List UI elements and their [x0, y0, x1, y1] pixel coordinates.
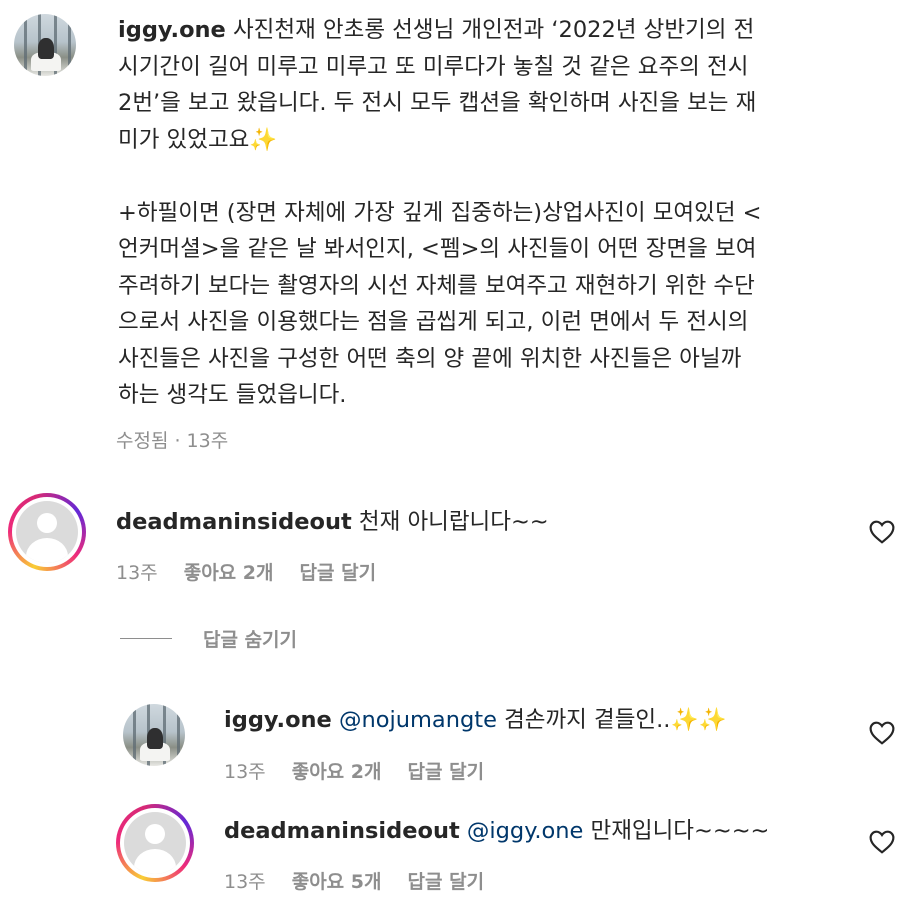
- reply-username[interactable]: deadmaninsideout: [224, 818, 460, 844]
- caption-line-text: 사진천재 안초롱 선생님 개인전과 ‘2022년 상반기의 전: [225, 17, 755, 43]
- reply-button[interactable]: 답글 달기: [408, 761, 485, 783]
- reply-username[interactable]: iggy.one: [224, 707, 332, 733]
- heart-icon[interactable]: [869, 520, 895, 544]
- caption-line: 주려하기 보다는 촬영자의 시선 자체를 보여주고 재현하기 위한 수단: [118, 272, 755, 299]
- sparkle-emoji: ✨✨: [670, 707, 727, 733]
- reply-text: deadmaninsideout @iggy.one 만재입니다~~~~: [224, 813, 769, 850]
- comment-username[interactable]: deadmaninsideout: [116, 509, 352, 535]
- caption-line: 사진들은 사진을 구성한 어떤 축의 양 끝에 위치한 사진들은 아닐까: [118, 345, 742, 372]
- comment-text: deadmaninsideout 천재 아니랍니다~~: [116, 504, 549, 541]
- comment-body: 천재 아니랍니다~~: [358, 509, 549, 535]
- avatar[interactable]: [14, 14, 76, 76]
- avatar[interactable]: [116, 804, 194, 882]
- caption-line: 시기간이 길어 미루고 미루고 또 미루다가 놓칠 것 같은 요주의 전시: [118, 53, 749, 80]
- comment-meta: 13주 좋아요 2개 답글 달기: [116, 558, 396, 585]
- caption-line: 하는 생각도 들었읍니다.: [118, 382, 347, 408]
- heart-icon[interactable]: [869, 721, 895, 745]
- heart-icon[interactable]: [869, 830, 895, 854]
- reply-likes[interactable]: 좋아요 2개: [292, 761, 382, 783]
- reply-button[interactable]: 답글 달기: [300, 562, 377, 584]
- hide-replies-button[interactable]: 답글 숨기기: [203, 625, 297, 652]
- caption-line: iggy.one 사진천재 안초롱 선생님 개인전과 ‘2022년 상반기의 전: [118, 12, 878, 49]
- reply-meta: 13주 좋아요 2개 답글 달기: [224, 757, 504, 784]
- reply-time[interactable]: 13주: [224, 871, 266, 893]
- caption-line: 미가 있었고요✨: [118, 122, 878, 159]
- comment-time[interactable]: 13주: [116, 562, 158, 584]
- mention-link[interactable]: @nojumangte: [339, 707, 497, 733]
- reply-likes[interactable]: 좋아요 5개: [292, 871, 382, 893]
- caption-line-text: 미가 있었고요: [118, 126, 250, 153]
- avatar[interactable]: [8, 493, 86, 571]
- reply-time[interactable]: 13주: [224, 761, 266, 783]
- reply-body: 겸손까지 곁들인..: [504, 707, 671, 733]
- caption-line: 2번’을 보고 왔읍니다. 두 전시 모두 캡션을 확인하며 사진을 보는 재: [118, 90, 757, 116]
- caption-line: 으로서 사진을 이용했다는 점을 곱씹게 되고, 이런 면에서 두 전시의: [118, 309, 749, 335]
- caption-line: +하필이면 (장면 자체에 가장 깊게 집중하는)상업사진이 모여있던 <: [118, 199, 762, 226]
- caption-line: 언커머셜>을 같은 날 봐서인지, <펨>의 사진들이 어떤 장면을 보여: [118, 236, 757, 262]
- comment-likes[interactable]: 좋아요 2개: [184, 562, 274, 584]
- sparkle-emoji: ✨: [249, 126, 278, 153]
- caption-text: iggy.one 사진천재 안초롱 선생님 개인전과 ‘2022년 상반기의 전…: [118, 12, 878, 414]
- avatar[interactable]: [123, 704, 185, 766]
- reply-button[interactable]: 답글 달기: [408, 871, 485, 893]
- caption-username[interactable]: iggy.one: [118, 17, 226, 43]
- divider: [120, 638, 172, 639]
- caption-meta: 수정됨 · 13주: [116, 430, 229, 452]
- reply-text: iggy.one @nojumangte 겸손까지 곁들인..✨✨: [224, 702, 726, 739]
- reply-body: 만재입니다~~~~: [590, 818, 770, 844]
- caption-line: [118, 158, 878, 195]
- reply-meta: 13주 좋아요 5개 답글 달기: [224, 867, 504, 894]
- mention-link[interactable]: @iggy.one: [467, 818, 583, 844]
